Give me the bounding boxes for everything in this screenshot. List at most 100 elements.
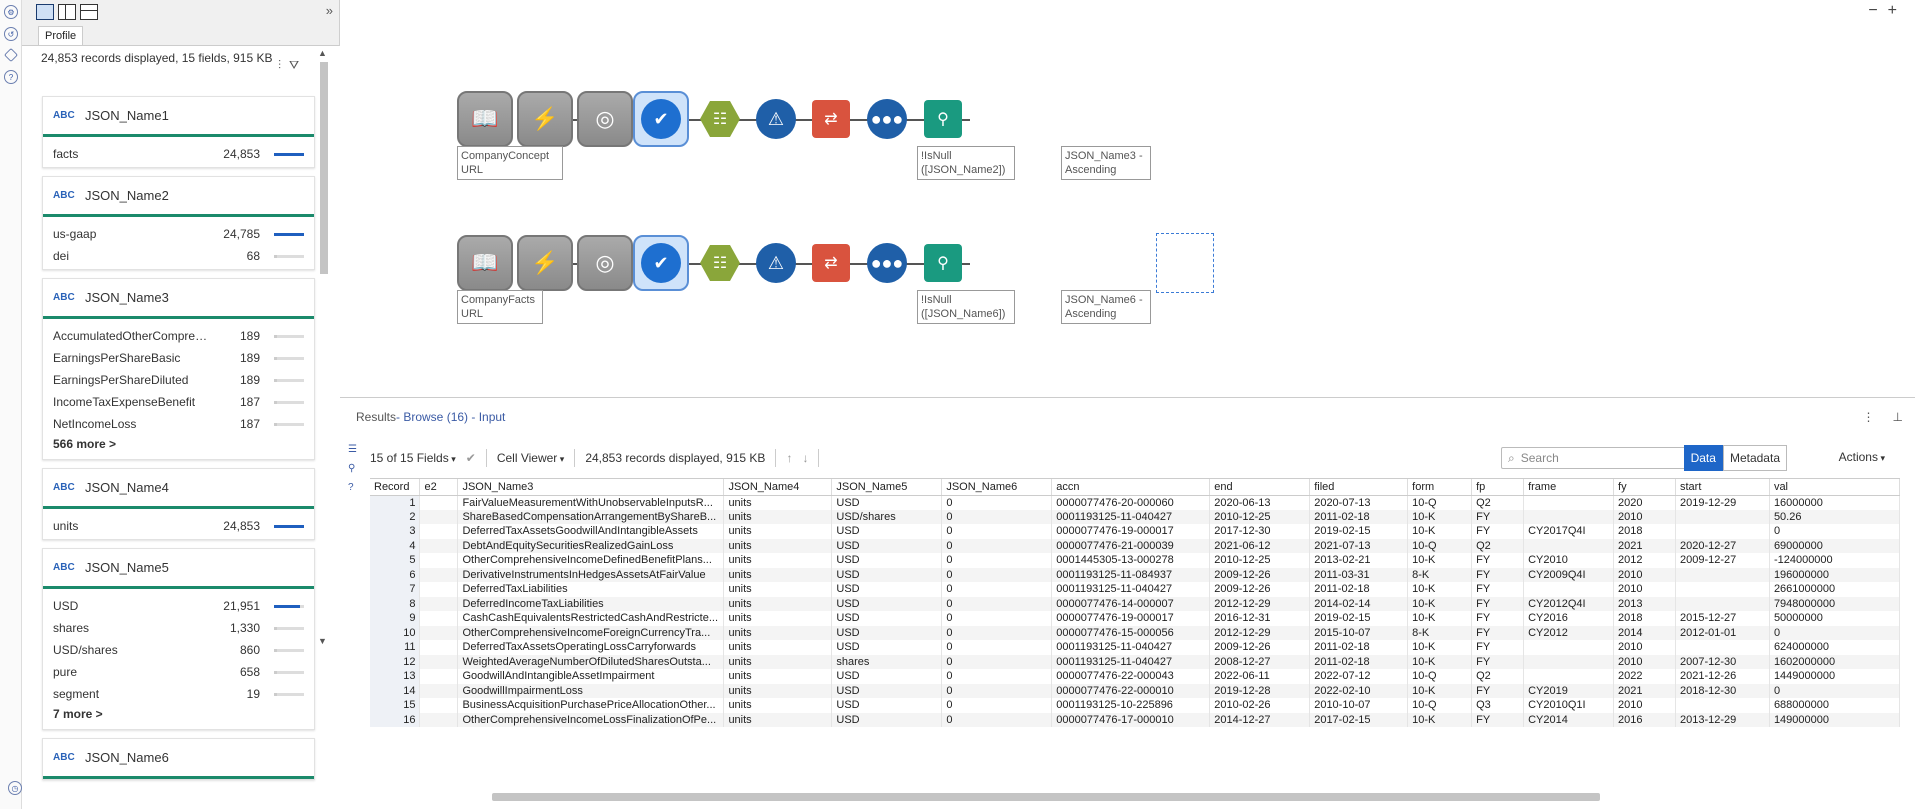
- table-cell[interactable]: USD: [831, 683, 943, 698]
- table-cell[interactable]: units: [723, 538, 833, 553]
- table-cell[interactable]: FY: [1471, 582, 1525, 597]
- table-cell[interactable]: [1523, 495, 1615, 510]
- table-cell[interactable]: 2019-12-29: [1675, 495, 1770, 510]
- table-cell[interactable]: units: [723, 596, 833, 611]
- table-cell[interactable]: 10-K: [1407, 509, 1473, 524]
- table-cell[interactable]: CashCashEquivalentsRestrictedCashAndRest…: [457, 611, 725, 626]
- table-cell[interactable]: 2010-12-25: [1209, 509, 1311, 524]
- value-row[interactable]: USD 21,951: [43, 595, 314, 617]
- field-card-header[interactable]: ABC JSON_Name6: [43, 739, 314, 779]
- column-header[interactable]: JSON_Name4: [723, 479, 833, 496]
- table-cell[interactable]: FY: [1471, 654, 1525, 669]
- table-cell[interactable]: [419, 582, 459, 597]
- table-cell[interactable]: 2022-02-10: [1309, 683, 1409, 698]
- table-cell[interactable]: 0: [941, 683, 1053, 698]
- table-cell[interactable]: USD: [831, 698, 943, 713]
- table-cell[interactable]: OtherComprehensiveIncomeDefinedBenefitPl…: [457, 553, 725, 568]
- table-cell[interactable]: FY: [1471, 567, 1525, 582]
- table-cell[interactable]: 0: [941, 524, 1053, 539]
- table-cell[interactable]: 2021-07-13: [1309, 538, 1409, 553]
- table-cell[interactable]: USD: [831, 611, 943, 626]
- table-cell[interactable]: 6: [370, 567, 421, 582]
- table-cell[interactable]: 1449000000: [1769, 669, 1900, 684]
- table-cell[interactable]: 10-K: [1407, 712, 1473, 727]
- table-cell[interactable]: 2013: [1613, 596, 1676, 611]
- table-cell[interactable]: 2015-12-27: [1675, 611, 1770, 626]
- table-row[interactable]: 9 CashCashEquivalentsRestrictedCashAndRes…: [370, 611, 1900, 626]
- table-cell[interactable]: 0001193125-10-225896: [1051, 698, 1211, 713]
- field-card-header[interactable]: ABC JSON_Name4: [43, 469, 314, 509]
- formula-tool-icon[interactable]: ⚡: [517, 235, 573, 291]
- table-cell[interactable]: 0000077476-21-000039: [1051, 538, 1211, 553]
- download-tool-icon[interactable]: 📖: [457, 91, 513, 147]
- table-cell[interactable]: DeferredTaxAssetsOperatingLossCarryforwa…: [457, 640, 725, 655]
- table-cell[interactable]: 2021: [1613, 538, 1676, 553]
- table-cell[interactable]: USD/shares: [831, 509, 943, 524]
- table-cell[interactable]: [1523, 582, 1615, 597]
- table-cell[interactable]: 16: [370, 712, 421, 727]
- table-cell[interactable]: 2011-02-18: [1309, 509, 1409, 524]
- table-cell[interactable]: 688000000: [1769, 698, 1900, 713]
- table-row[interactable]: 12 WeightedAverageNumberOfDilutedSharesOu…: [370, 654, 1900, 669]
- table-cell[interactable]: 2010: [1613, 509, 1676, 524]
- table-cell[interactable]: FY: [1471, 611, 1525, 626]
- zoom-in-button[interactable]: +: [1888, 2, 1897, 20]
- table-row[interactable]: 5 OtherComprehensiveIncomeDefinedBenefitP…: [370, 553, 1900, 568]
- table-cell[interactable]: CY2012: [1523, 625, 1615, 640]
- table-cell[interactable]: [1523, 538, 1615, 553]
- table-cell[interactable]: 0001193125-11-084937: [1051, 567, 1211, 582]
- table-cell[interactable]: 0: [1769, 625, 1900, 640]
- table-row[interactable]: 4 DebtAndEquitySecuritiesRealizedGainLoss…: [370, 538, 1900, 553]
- table-cell[interactable]: 2009-12-27: [1675, 553, 1770, 568]
- table-cell[interactable]: 10-Q: [1407, 538, 1473, 553]
- table-cell[interactable]: 0000077476-17-000010: [1051, 712, 1211, 727]
- table-cell[interactable]: 2016-12-31: [1209, 611, 1311, 626]
- crosstab-tool-icon[interactable]: ☷: [692, 235, 748, 291]
- profile-scrollbar[interactable]: ▲ ▼: [318, 46, 328, 786]
- table-cell[interactable]: 2010: [1613, 698, 1676, 713]
- table-cell[interactable]: shares: [831, 654, 943, 669]
- table-row[interactable]: 14 GoodwillImpairmentLoss units USD 0 0000077…: [370, 683, 1900, 698]
- help-icon[interactable]: ?: [4, 70, 18, 84]
- table-cell[interactable]: 10-Q: [1407, 495, 1473, 510]
- table-cell[interactable]: 2007-12-30: [1675, 654, 1770, 669]
- value-row[interactable]: USD/shares 860: [43, 639, 314, 661]
- table-row[interactable]: 1 FairValueMeasurementWithUnobservableInp…: [370, 495, 1900, 510]
- table-cell[interactable]: FairValueMeasurementWithUnobservableInpu…: [457, 495, 725, 510]
- chart-icon[interactable]: ⫶: [278, 58, 281, 73]
- table-cell[interactable]: [1675, 596, 1770, 611]
- table-cell[interactable]: 0: [941, 669, 1053, 684]
- table-row[interactable]: 15 BusinessAcquisitionPurchasePriceAlloca…: [370, 698, 1900, 713]
- table-cell[interactable]: 0001193125-11-040427: [1051, 654, 1211, 669]
- value-row[interactable]: pure 658: [43, 661, 314, 683]
- table-cell[interactable]: FY: [1471, 553, 1525, 568]
- table-cell[interactable]: FY: [1471, 509, 1525, 524]
- table-cell[interactable]: 2020-07-13: [1309, 495, 1409, 510]
- table-cell[interactable]: 0: [941, 611, 1053, 626]
- table-cell[interactable]: 0: [941, 495, 1053, 510]
- table-cell[interactable]: 2014-12-27: [1209, 712, 1311, 727]
- tab-profile[interactable]: Profile: [38, 26, 84, 45]
- table-cell[interactable]: 2011-02-18: [1309, 640, 1409, 655]
- clock-icon[interactable]: ◷: [8, 781, 22, 795]
- field-card-header[interactable]: ABC JSON_Name2: [43, 177, 314, 217]
- table-cell[interactable]: [419, 625, 459, 640]
- table-cell[interactable]: 12: [370, 654, 421, 669]
- table-cell[interactable]: [419, 669, 459, 684]
- arrow-up-icon[interactable]: ↑: [786, 451, 792, 465]
- binoculars-icon[interactable]: ⚲: [348, 463, 362, 474]
- table-cell[interactable]: FY: [1471, 683, 1525, 698]
- table-cell[interactable]: WeightedAverageNumberOfDilutedSharesOuts…: [457, 654, 725, 669]
- results-hscrollbar[interactable]: [370, 791, 1900, 801]
- table-cell[interactable]: 10-Q: [1407, 669, 1473, 684]
- table-cell[interactable]: Q2: [1471, 669, 1525, 684]
- table-cell[interactable]: [419, 654, 459, 669]
- table-cell[interactable]: 8-K: [1407, 625, 1473, 640]
- table-cell[interactable]: 0: [941, 509, 1053, 524]
- table-cell[interactable]: 10: [370, 625, 421, 640]
- table-cell[interactable]: Q2: [1471, 538, 1525, 553]
- table-cell[interactable]: CY2014: [1523, 712, 1615, 727]
- table-cell[interactable]: 69000000: [1769, 538, 1900, 553]
- table-cell[interactable]: 2010: [1613, 654, 1676, 669]
- table-cell[interactable]: 10-K: [1407, 683, 1473, 698]
